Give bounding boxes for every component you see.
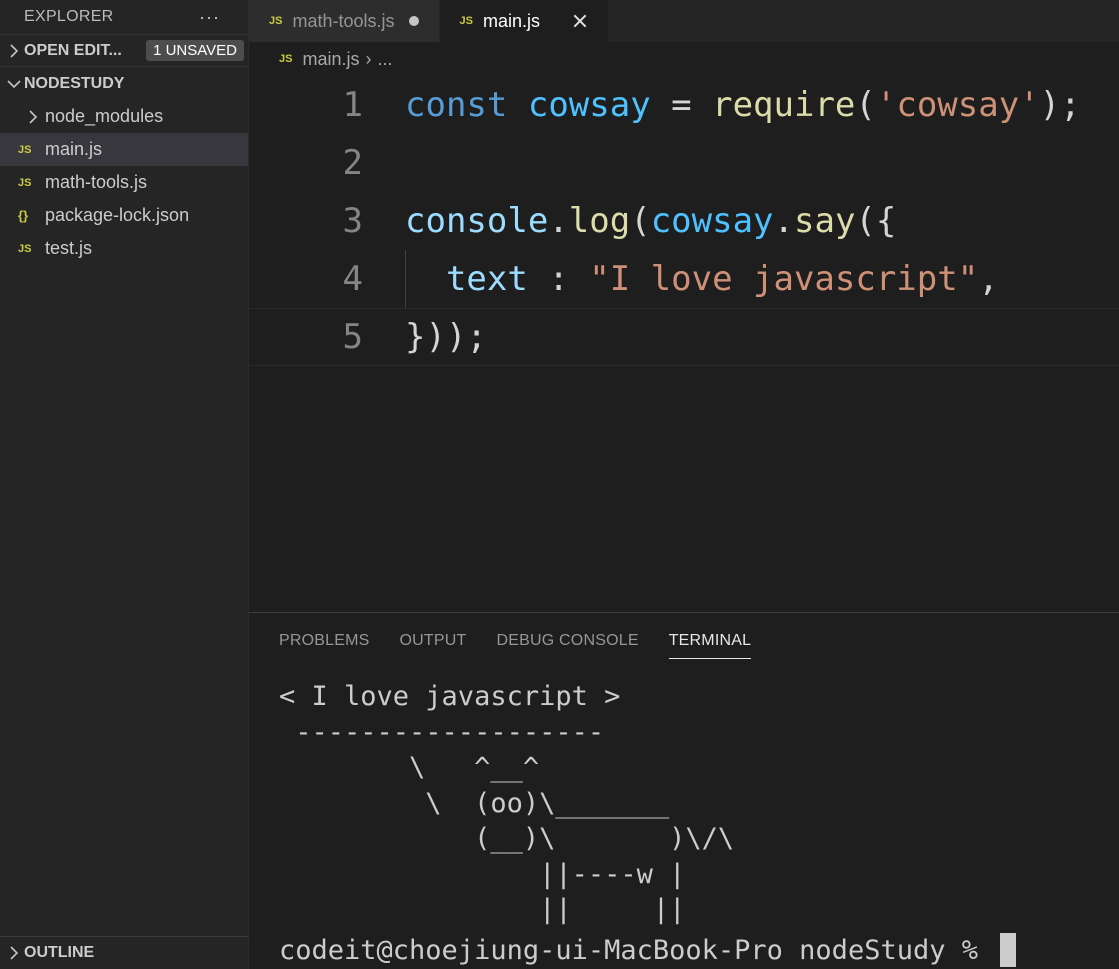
unsaved-dot-icon[interactable] [408, 16, 419, 26]
chevron-right-icon [4, 946, 24, 960]
tree-item-label: test.js [45, 238, 93, 258]
js-file-icon: JS [18, 143, 32, 156]
code-line[interactable]: 4 text : "I love javascript", [249, 250, 1119, 308]
code-line[interactable]: 1 const cowsay = require('cowsay'); [249, 76, 1119, 134]
breadcrumb-rest[interactable]: ... [377, 49, 392, 70]
js-file-icon: JS [459, 15, 473, 27]
tree-item-math-tools-js[interactable]: JS math-tools.js [0, 166, 248, 199]
js-file-icon: JS [269, 15, 283, 27]
bottom-panel: PROBLEMS OUTPUT DEBUG CONSOLE TERMINAL <… [249, 612, 1119, 969]
tree-item-main-js[interactable]: JS main.js [0, 133, 248, 166]
tree-item-label: package-lock.json [45, 205, 190, 225]
folder-label: NODESTUDY [24, 74, 125, 92]
code-editor[interactable]: 1 const cowsay = require('cowsay'); 2 3 … [249, 76, 1119, 612]
open-editors-section[interactable]: OPEN EDIT... 1 UNSAVED [0, 34, 248, 67]
unsaved-badge: 1 UNSAVED [146, 40, 244, 61]
code-text[interactable]: })); [405, 317, 487, 357]
explorer-header: EXPLORER ··· [0, 0, 248, 34]
tree-item-label: node_modules [45, 106, 164, 126]
tab-label: math-tools.js [292, 10, 395, 31]
close-icon[interactable] [572, 13, 588, 29]
chevron-right-icon [4, 43, 24, 58]
chevron-right-icon [20, 109, 45, 124]
tree-item-node-modules[interactable]: node_modules [0, 100, 248, 133]
explorer-sidebar: EXPLORER ··· OPEN EDIT... 1 UNSAVED NODE… [0, 0, 249, 969]
chevron-right-icon: › [365, 48, 372, 69]
js-file-icon: JS [18, 242, 32, 255]
tab-terminal[interactable]: TERMINAL [668, 624, 752, 659]
tab-label: main.js [482, 10, 540, 31]
chevron-down-icon [4, 79, 24, 89]
folder-section-nodestudy[interactable]: NODESTUDY [0, 67, 248, 100]
line-number: 3 [342, 201, 363, 241]
code-text[interactable]: const cowsay = require('cowsay'); [405, 85, 1081, 125]
open-editors-label: OPEN EDIT... [24, 41, 122, 59]
breadcrumb-file[interactable]: main.js [302, 49, 359, 70]
code-line-current[interactable]: 5 })); [249, 308, 1119, 366]
tab-main-js[interactable]: JS main.js [439, 0, 609, 42]
prompt-text: codeit@choejiung-ui-MacBook-Pro nodeStud… [279, 934, 995, 966]
tab-math-tools-js[interactable]: JS math-tools.js [249, 0, 440, 42]
tab-output[interactable]: OUTPUT [400, 624, 467, 658]
code-line[interactable]: 2 [249, 134, 1119, 192]
terminal-cursor [1000, 933, 1017, 967]
outline-section[interactable]: OUTLINE [0, 936, 249, 969]
ellipsis-icon[interactable]: ··· [199, 7, 220, 28]
indent-guide [405, 250, 406, 308]
tree-item-package-lock-json[interactable]: {} package-lock.json [0, 199, 248, 232]
line-number: 4 [342, 259, 363, 299]
tree-item-label: main.js [45, 139, 103, 159]
code-line[interactable]: 3 console.log(cowsay.say({ [249, 192, 1119, 250]
tree-item-test-js[interactable]: JS test.js [0, 232, 248, 265]
editor-tab-bar: JS math-tools.js JS main.js [249, 0, 1119, 42]
terminal-output[interactable]: < I love javascript > ------------------… [279, 679, 734, 928]
breadcrumb: JS main.js › ... [249, 42, 393, 76]
tab-problems[interactable]: PROBLEMS [279, 624, 370, 658]
line-number: 2 [342, 143, 363, 183]
outline-label: OUTLINE [24, 944, 95, 961]
terminal-prompt[interactable]: codeit@choejiung-ui-MacBook-Pro nodeStud… [279, 933, 1017, 967]
line-number: 5 [342, 317, 363, 357]
explorer-title: EXPLORER [24, 8, 114, 25]
line-number: 1 [342, 85, 363, 125]
tree-item-label: math-tools.js [45, 172, 148, 192]
panel-tab-bar: PROBLEMS OUTPUT DEBUG CONSOLE TERMINAL [249, 613, 1119, 669]
code-text[interactable]: console.log(cowsay.say({ [405, 201, 896, 241]
json-file-icon: {} [18, 208, 29, 223]
js-file-icon: JS [279, 53, 293, 65]
js-file-icon: JS [18, 176, 32, 189]
code-text[interactable]: text : "I love javascript", [405, 259, 999, 299]
tab-debug-console[interactable]: DEBUG CONSOLE [497, 624, 639, 658]
